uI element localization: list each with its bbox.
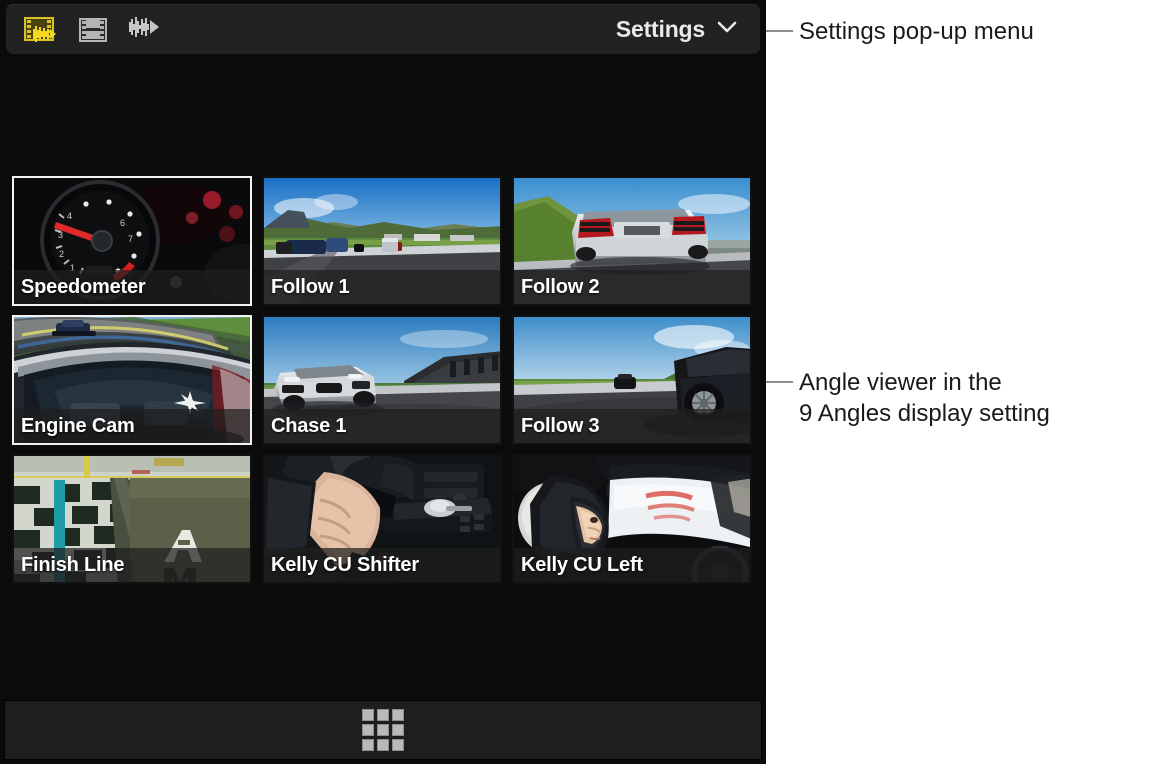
callout-angle-viewer: Angle viewer in the 9 Angles display set… xyxy=(766,381,1050,429)
9-angles-grid-icon[interactable] xyxy=(362,709,404,751)
grid-cell xyxy=(377,724,389,736)
chevron-down-icon xyxy=(716,20,738,39)
callout-settings-popup-menu: Settings pop-up menu xyxy=(766,30,1034,47)
angle-tile-follow-1[interactable]: Follow 1 xyxy=(262,176,502,306)
angle-label: Follow 2 xyxy=(521,276,599,299)
grid-cell xyxy=(377,709,389,721)
grid-cell xyxy=(392,739,404,751)
grid-cell xyxy=(392,724,404,736)
settings-label: Settings xyxy=(616,16,705,43)
angle-label: Follow 1 xyxy=(271,276,349,299)
angle-label: Kelly CU Shifter xyxy=(271,554,419,577)
grid-cell xyxy=(392,709,404,721)
svg-text:2: 2 xyxy=(59,249,64,259)
audio-video-toggle-group xyxy=(22,15,164,45)
callout-leader-line xyxy=(766,381,793,383)
angle-label: Chase 1 xyxy=(271,415,346,438)
angle-tile-kelly-cu-shifter[interactable]: Kelly CU Shifter xyxy=(262,454,502,584)
angle-label: Kelly CU Left xyxy=(521,554,643,577)
angle-grid: 43 21 67 Speedometer xyxy=(12,176,754,584)
angle-viewer-bottom-bar xyxy=(4,700,762,760)
grid-cell xyxy=(362,739,374,751)
angle-tile-engine-cam[interactable]: Engine Cam xyxy=(12,315,252,445)
svg-text:6: 6 xyxy=(120,218,125,228)
angle-tile-speedometer[interactable]: 43 21 67 Speedometer xyxy=(12,176,252,306)
callout-label: Settings pop-up menu xyxy=(799,16,1034,47)
settings-popup-menu[interactable]: Settings xyxy=(616,16,738,43)
grid-cell xyxy=(362,724,374,736)
angle-label: Engine Cam xyxy=(21,415,135,438)
angle-label-bar: Follow 1 xyxy=(264,270,500,304)
angle-viewer-panel: Settings xyxy=(0,0,766,764)
angle-tile-kelly-cu-left[interactable]: Kelly CU Left xyxy=(512,454,752,584)
angle-label-bar: Follow 2 xyxy=(514,270,750,304)
angle-label-bar: Engine Cam xyxy=(14,409,250,443)
audio-only-button[interactable] xyxy=(126,15,164,45)
video-and-audio-button[interactable] xyxy=(22,15,60,45)
angle-label-bar: Follow 3 xyxy=(514,409,750,443)
angle-label: Finish Line xyxy=(21,554,124,577)
svg-text:3: 3 xyxy=(58,230,63,240)
video-only-button[interactable] xyxy=(74,15,112,45)
angle-tile-finish-line[interactable]: Finish Line xyxy=(12,454,252,584)
angle-label-bar: Speedometer xyxy=(14,270,250,304)
angle-tile-chase-1[interactable]: Chase 1 xyxy=(262,315,502,445)
callout-leader-line xyxy=(766,30,793,32)
angle-label: Follow 3 xyxy=(521,415,599,438)
screenshot-root: Settings xyxy=(0,0,1166,764)
angle-label-bar: Kelly CU Left xyxy=(514,548,750,582)
angle-tile-follow-3[interactable]: Follow 3 xyxy=(512,315,752,445)
grid-cell xyxy=(362,709,374,721)
grid-cell xyxy=(377,739,389,751)
angle-tile-follow-2[interactable]: Follow 2 xyxy=(512,176,752,306)
audio-only-icon xyxy=(128,16,162,43)
video-and-audio-icon xyxy=(24,17,58,43)
svg-text:4: 4 xyxy=(67,211,72,221)
angle-label-bar: Chase 1 xyxy=(264,409,500,443)
video-only-icon xyxy=(79,18,107,42)
callout-label: Angle viewer in the 9 Angles display set… xyxy=(799,367,1050,429)
angle-viewer-toolbar: Settings xyxy=(6,4,760,54)
svg-text:7: 7 xyxy=(128,234,133,244)
angle-label-bar: Finish Line xyxy=(14,548,250,582)
angle-label-bar: Kelly CU Shifter xyxy=(264,548,500,582)
angle-label: Speedometer xyxy=(21,276,146,299)
